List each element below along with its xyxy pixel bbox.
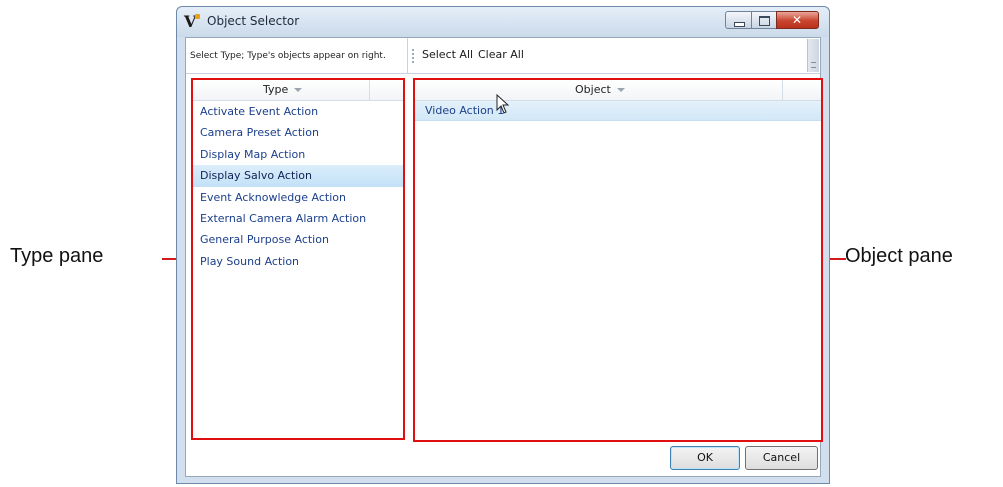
minimize-button[interactable] bbox=[725, 11, 752, 29]
type-column-header[interactable]: Type bbox=[193, 80, 403, 101]
v-logo-icon: V bbox=[184, 13, 200, 31]
type-list: Activate Event Action Camera Preset Acti… bbox=[193, 101, 403, 272]
toolbar-grip-icon bbox=[412, 49, 414, 63]
column-separator bbox=[369, 80, 370, 100]
object-header-label: Object bbox=[575, 83, 625, 96]
close-button[interactable] bbox=[776, 11, 819, 29]
object-column-header[interactable]: Object bbox=[415, 80, 821, 101]
toolbar-overflow-scroll[interactable] bbox=[807, 39, 819, 72]
type-item-display-salvo[interactable]: Display Salvo Action bbox=[193, 165, 403, 187]
object-list: Video Action 1 bbox=[415, 101, 821, 121]
column-separator bbox=[782, 80, 783, 100]
type-item-event-acknowledge[interactable]: Event Acknowledge Action bbox=[193, 187, 403, 208]
object-pane: Object Video Action 1 bbox=[413, 78, 823, 442]
hint-bar: Select Type; Type's objects appear on ri… bbox=[186, 38, 408, 74]
type-item-external-camera-alarm[interactable]: External Camera Alarm Action bbox=[193, 208, 403, 229]
type-item-camera-preset[interactable]: Camera Preset Action bbox=[193, 122, 403, 143]
toolbar: Select All Clear All bbox=[408, 38, 820, 74]
object-selector-window: V Object Selector Select Type; Type's ob… bbox=[176, 6, 830, 484]
hint-text: Select Type; Type's objects appear on ri… bbox=[190, 51, 386, 61]
maximize-button[interactable] bbox=[751, 11, 777, 29]
type-item-activate-event[interactable]: Activate Event Action bbox=[193, 101, 403, 122]
object-pane-annotation: Object pane bbox=[845, 245, 953, 267]
type-item-play-sound[interactable]: Play Sound Action bbox=[193, 251, 403, 272]
type-pane-annotation: Type pane bbox=[10, 245, 104, 267]
type-item-general-purpose[interactable]: General Purpose Action bbox=[193, 229, 403, 250]
object-row-video-action-1[interactable]: Video Action 1 bbox=[415, 101, 821, 121]
title-bar[interactable]: V Object Selector bbox=[177, 7, 829, 37]
window-title: Object Selector bbox=[207, 14, 300, 28]
ok-button[interactable]: OK bbox=[670, 446, 740, 470]
type-header-label: Type bbox=[263, 83, 303, 96]
sort-arrow-icon bbox=[616, 88, 625, 92]
sort-arrow-icon bbox=[294, 88, 303, 92]
cancel-button[interactable]: Cancel bbox=[745, 446, 818, 470]
mouse-pointer-icon bbox=[496, 94, 510, 114]
select-all-button[interactable]: Select All bbox=[422, 48, 473, 61]
type-item-display-map[interactable]: Display Map Action bbox=[193, 144, 403, 165]
clear-all-button[interactable]: Clear All bbox=[478, 48, 524, 61]
type-pane: Type Activate Event Action Camera Preset… bbox=[191, 78, 405, 440]
